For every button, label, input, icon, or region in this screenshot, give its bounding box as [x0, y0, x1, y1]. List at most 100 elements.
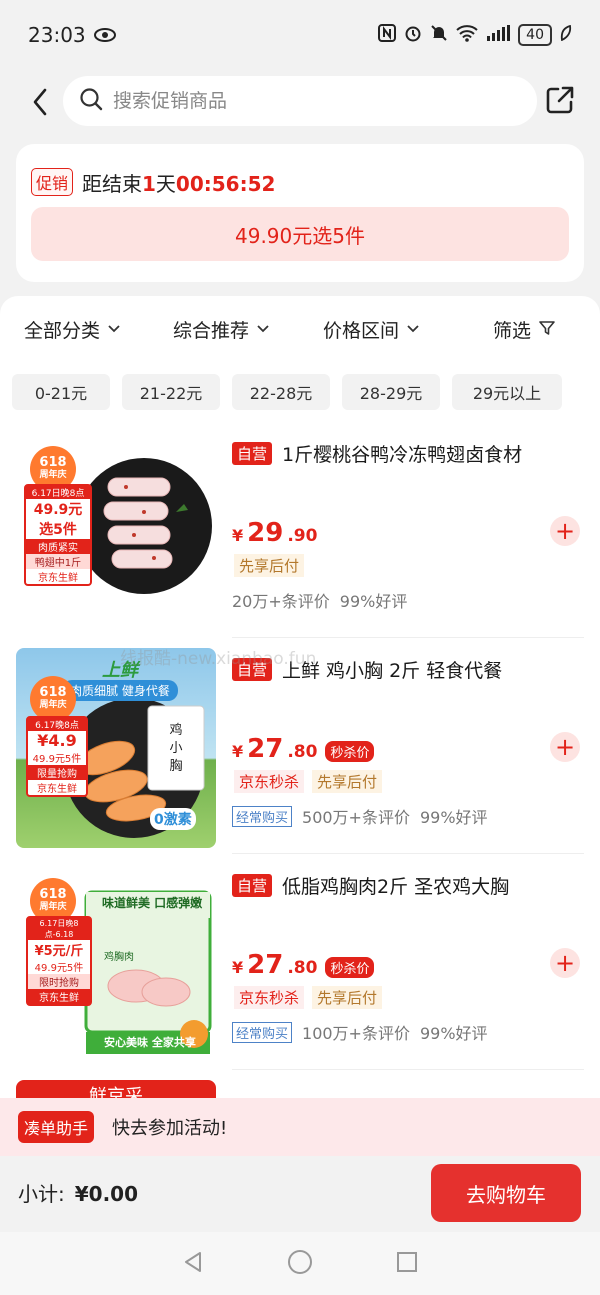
mute-icon — [430, 24, 448, 46]
rating: 99%好评 — [339, 592, 408, 611]
sort-all-categories[interactable]: 全部分类 — [24, 316, 120, 343]
image-promo-date: 6.17日晚8点-6.18 — [28, 918, 90, 940]
product-price: ¥29.90 — [232, 518, 317, 548]
image-promo-note1: 限时抢购 — [28, 974, 90, 989]
price-decimal: .80 — [287, 742, 318, 762]
price-chip[interactable]: 29元以上 — [452, 374, 562, 410]
self-operated-badge: 自营 — [232, 874, 273, 897]
status-time-group: 23:03 — [28, 23, 116, 47]
go-to-cart-button[interactable]: 去购物车 — [431, 1164, 581, 1222]
status-time: 23:03 — [28, 23, 86, 47]
review-count: 20万+条评价 — [232, 592, 330, 611]
image-promo-note2: 鸭翅中1斤 — [26, 554, 90, 569]
badge-618-label: 周年庆 — [39, 902, 67, 912]
currency: ¥ — [232, 526, 244, 545]
product-image[interactable]: 鸡 小 胸 上鲜 肉质细腻 健身代餐 618 周年庆 6.17晚8点 ¥4.9 … — [16, 648, 216, 848]
chevron-down-icon — [108, 322, 120, 337]
wifi-icon — [456, 24, 478, 46]
plus-icon: + — [554, 517, 576, 545]
image-promo-note1: 限量抢购 — [28, 765, 86, 780]
nav-home-button[interactable] — [287, 1249, 313, 1279]
product-item[interactable]: 鸡 小 胸 上鲜 肉质细腻 健身代餐 618 周年庆 6.17晚8点 ¥4.9 … — [0, 638, 600, 854]
badge-618-label: 周年庆 — [39, 700, 67, 710]
product-meta: 经常购买 100万+条评价 99%好评 — [232, 1020, 488, 1044]
price-chip[interactable]: 28-29元 — [342, 374, 440, 410]
product-list: 618 周年庆 6.17日晚8点 49.9元 选5件 肉质紧实 鸭翅中1斤 京东… — [0, 422, 600, 1102]
price-decimal: .90 — [287, 526, 318, 546]
review-count: 500万+条评价 — [302, 808, 410, 827]
product-tags: 先享后付 — [234, 554, 305, 577]
sort-price-label: 价格区间 — [323, 320, 400, 342]
product-title[interactable]: 自营 1斤樱桃谷鸭冷冻鸭翅卤食材 — [232, 440, 522, 467]
divider — [232, 1069, 584, 1070]
bundle-helper-badge: 凑单助手 — [18, 1111, 95, 1143]
add-to-cart-button[interactable]: + — [550, 948, 580, 978]
image-promo-qty: 49.9元5件 — [34, 963, 84, 974]
alarm-icon — [404, 24, 422, 46]
search-input[interactable] — [113, 90, 493, 112]
product-item[interactable]: 618 周年庆 6.17日晚8点 49.9元 选5件 肉质紧实 鸭翅中1斤 京东… — [0, 422, 600, 638]
leaf-icon — [560, 24, 572, 45]
subtotal-value: ¥0.00 — [74, 1182, 139, 1206]
image-promo-qty: 49.9元5件 — [32, 754, 82, 765]
sort-recommend-label: 综合推荐 — [173, 320, 250, 342]
bundle-helper-banner[interactable]: 凑单助手 快去参加活动! — [0, 1098, 600, 1156]
search-bar[interactable] — [63, 76, 537, 126]
system-nav-bar — [0, 1232, 600, 1295]
often-bought-tag: 经常购买 — [232, 1021, 293, 1043]
sort-bar: 全部分类 综合推荐 价格区间 筛选 — [0, 316, 600, 346]
image-banner: 味道鲜美 口感弹嫩 — [102, 896, 203, 910]
add-to-cart-button[interactable]: + — [550, 732, 580, 762]
chevron-down-icon — [257, 322, 269, 337]
plus-icon: + — [554, 949, 576, 977]
sort-price-range[interactable]: 价格区间 — [323, 316, 419, 343]
image-promo-note1: 肉质紧实 — [26, 539, 90, 554]
product-meta: 20万+条评价 99%好评 — [232, 588, 407, 612]
price-chips: 0-21元 21-22元 22-28元 28-29元 29元以上 — [12, 374, 562, 410]
back-button[interactable] — [28, 84, 52, 120]
nav-recents-button[interactable] — [395, 1250, 419, 1278]
battery-indicator: 40 — [518, 24, 552, 46]
badge-618-number: 618 — [39, 887, 67, 902]
rating: 99%好评 — [419, 808, 488, 827]
flash-sale-tag: 京东秒杀 — [234, 770, 305, 793]
package-text: 胸 — [169, 759, 182, 774]
package-text: 鸡 — [169, 722, 182, 738]
share-button[interactable] — [544, 84, 576, 116]
price-decimal: .80 — [287, 958, 318, 978]
image-promo-brand: 京东生鲜 — [28, 989, 90, 1004]
deal-banner[interactable]: 49.90元选5件 — [31, 207, 569, 261]
countdown-days: 1 — [142, 172, 156, 196]
flash-sale-badge: 秒杀价 — [325, 741, 375, 762]
rating: 99%好评 — [419, 1024, 488, 1043]
product-price: ¥27.80 秒杀价 — [232, 950, 375, 980]
watermark: 线报酷-new.xianbao.fun — [120, 649, 317, 669]
badge-618-label: 周年庆 — [39, 470, 67, 480]
triangle-back-icon — [185, 1251, 201, 1272]
add-to-cart-button[interactable]: + — [550, 516, 580, 546]
self-operated-badge: 自营 — [232, 442, 273, 465]
eye-icon — [93, 23, 116, 47]
promo-card: 促销 距结束1天00:56:52 49.90元选5件 — [16, 144, 584, 282]
checkout-bar: 小计: ¥0.00 去购物车 — [0, 1156, 600, 1232]
plus-icon: + — [554, 733, 576, 761]
image-promo-qty: 选5件 — [39, 522, 77, 538]
product-name: 1斤樱桃谷鸭冷冻鸭翅卤食材 — [282, 444, 523, 466]
signal-icon — [486, 25, 511, 45]
product-tags: 京东秒杀 先享后付 — [234, 986, 383, 1009]
filter-button[interactable]: 筛选 — [493, 316, 555, 343]
sort-recommend[interactable]: 综合推荐 — [173, 316, 269, 343]
image-promo-price: ¥4.9 — [37, 731, 77, 750]
product-item[interactable]: 味道鲜美 口感弹嫩 鸡胸肉 安心美味 全家共享 618 周年庆 6.17日晚8点… — [0, 854, 600, 1070]
product-image[interactable]: 味道鲜美 口感弹嫩 鸡胸肉 安心美味 全家共享 618 周年庆 6.17日晚8点… — [16, 864, 216, 1064]
nav-back-button[interactable] — [181, 1250, 205, 1278]
image-promo-date: 6.17日晚8点 — [26, 486, 90, 499]
price-chip[interactable]: 22-28元 — [232, 374, 330, 410]
price-chip[interactable]: 21-22元 — [122, 374, 220, 410]
product-image[interactable]: 618 周年庆 6.17日晚8点 49.9元 选5件 肉质紧实 鸭翅中1斤 京东… — [16, 432, 216, 632]
badge-618-number: 618 — [39, 455, 67, 470]
price-integer: 27 — [247, 950, 284, 980]
product-title[interactable]: 自营 低脂鸡胸肉2斤 圣农鸡大胸 — [232, 872, 509, 899]
price-chip[interactable]: 0-21元 — [12, 374, 110, 410]
filter-panel: 全部分类 综合推荐 价格区间 筛选 0-21元 21-22元 22-28元 28… — [0, 296, 600, 422]
